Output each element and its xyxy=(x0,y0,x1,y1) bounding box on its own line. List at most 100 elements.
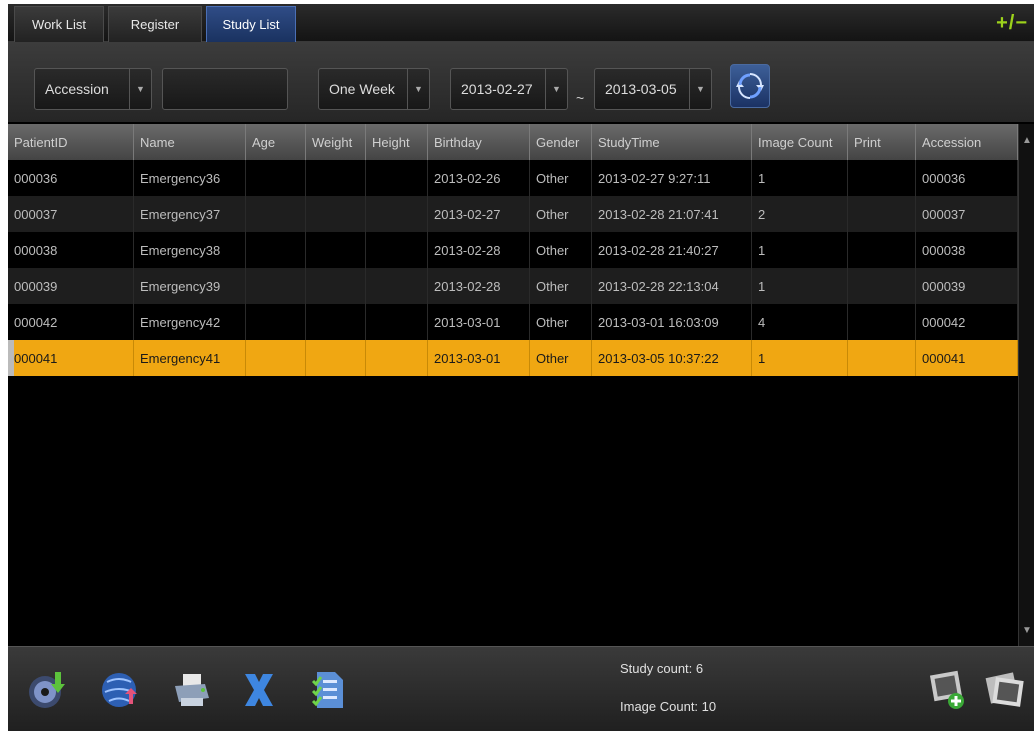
table-cell xyxy=(306,268,366,304)
table-cell xyxy=(246,340,306,376)
scroll-down-icon[interactable]: ▼ xyxy=(1019,618,1034,642)
table-row[interactable]: 000038 Emergency38 2013-02-28 Other 2013-02-… xyxy=(8,232,1018,268)
refresh-icon xyxy=(736,73,764,99)
table-cell: 000038 xyxy=(916,232,1018,268)
table-cell: 000039 xyxy=(916,268,1018,304)
column-header[interactable]: Image Count xyxy=(752,124,848,160)
tab-register[interactable]: Register xyxy=(108,6,202,42)
table-cell: Other xyxy=(530,340,592,376)
date-range-select[interactable]: One Week ▼ xyxy=(318,68,430,110)
report-button[interactable] xyxy=(302,663,356,717)
table-cell: Other xyxy=(530,160,592,196)
table-cell: 2013-03-01 16:03:09 xyxy=(592,304,752,340)
table-cell: 000037 xyxy=(916,196,1018,232)
table-cell xyxy=(306,160,366,196)
column-header[interactable]: Age xyxy=(246,124,306,160)
table-cell xyxy=(848,232,916,268)
column-header[interactable]: Weight xyxy=(306,124,366,160)
table-cell xyxy=(306,232,366,268)
table-cell: 000042 xyxy=(916,304,1018,340)
table-cell xyxy=(306,304,366,340)
table-row-selected[interactable]: 000041 Emergency41 2013-03-01 Other 2013-03-… xyxy=(8,340,1018,376)
expand-collapse-toggle[interactable]: +/− xyxy=(996,12,1028,35)
table-cell: 4 xyxy=(752,304,848,340)
delete-icon xyxy=(245,674,273,706)
table-cell: Other xyxy=(530,268,592,304)
table-cell: 2 xyxy=(752,196,848,232)
vertical-scrollbar[interactable]: ▲ ▼ xyxy=(1018,124,1034,646)
chevron-down-icon: ▼ xyxy=(407,69,429,109)
scroll-up-icon[interactable]: ▲ xyxy=(1019,128,1034,152)
study-table: PatientID Name Age Weight Height Birthda… xyxy=(8,124,1018,646)
chevron-down-icon: ▼ xyxy=(129,69,151,109)
send-network-button[interactable] xyxy=(92,663,146,717)
image-count: Image Count: 10 xyxy=(620,699,717,714)
summary-stats: Study count: 6 Image Count: 10 xyxy=(620,647,740,731)
table-cell: 2013-03-01 xyxy=(428,304,530,340)
table-cell: 000041 xyxy=(8,340,134,376)
print-icon xyxy=(175,674,209,706)
table-row[interactable]: 000036 Emergency36 2013-02-26 Other 2013-02-… xyxy=(8,160,1018,196)
table-cell: 000036 xyxy=(8,160,134,196)
send-network-icon xyxy=(102,673,137,707)
tab-bar: Work List Register Study List +/− xyxy=(8,4,1034,42)
column-header[interactable]: StudyTime xyxy=(592,124,752,160)
view-image-icon xyxy=(985,672,1024,707)
search-field-select[interactable]: Accession ▼ xyxy=(34,68,152,110)
table-cell: 2013-03-05 10:37:22 xyxy=(592,340,752,376)
import-button[interactable] xyxy=(20,663,74,717)
date-separator: ~ xyxy=(576,90,585,106)
table-cell xyxy=(306,340,366,376)
tab-work-list[interactable]: Work List xyxy=(14,6,104,42)
import-icon xyxy=(29,672,65,708)
table-cell xyxy=(306,196,366,232)
add-image-button[interactable] xyxy=(920,663,974,717)
column-header[interactable]: Name xyxy=(134,124,246,160)
view-image-button[interactable] xyxy=(978,663,1032,717)
table-cell: 000039 xyxy=(8,268,134,304)
table-header: PatientID Name Age Weight Height Birthda… xyxy=(8,124,1018,160)
date-to-select[interactable]: 2013-03-05 ▼ xyxy=(594,68,712,110)
column-header[interactable]: PatientID xyxy=(8,124,134,160)
table-cell: 1 xyxy=(752,232,848,268)
date-range-value: One Week xyxy=(329,81,395,97)
tab-label: Study List xyxy=(222,17,280,32)
delete-button[interactable] xyxy=(232,663,286,717)
table-cell xyxy=(848,160,916,196)
table-cell: 000038 xyxy=(8,232,134,268)
column-header[interactable]: Birthday xyxy=(428,124,530,160)
table-cell: Emergency37 xyxy=(134,196,246,232)
column-header[interactable]: Height xyxy=(366,124,428,160)
table-cell: 2013-03-01 xyxy=(428,340,530,376)
print-button[interactable] xyxy=(164,663,218,717)
chevron-down-icon: ▼ xyxy=(545,69,567,109)
column-header[interactable]: Accession xyxy=(916,124,1018,160)
table-cell: 2013-02-28 22:13:04 xyxy=(592,268,752,304)
table-cell: Emergency39 xyxy=(134,268,246,304)
table-cell: 1 xyxy=(752,340,848,376)
tab-label: Register xyxy=(130,17,180,32)
table-cell xyxy=(366,160,428,196)
bottom-toolbar: Study count: 6 Image Count: 10 xyxy=(8,646,1034,731)
table-cell xyxy=(246,160,306,196)
column-header[interactable]: Gender xyxy=(530,124,592,160)
table-row[interactable]: 000039 Emergency39 2013-02-28 Other 2013-02-… xyxy=(8,268,1018,304)
tab-study-list[interactable]: Study List xyxy=(206,6,296,42)
table-row[interactable]: 000042 Emergency42 2013-03-01 Other 2013-03-… xyxy=(8,304,1018,340)
date-from-select[interactable]: 2013-02-27 ▼ xyxy=(450,68,568,110)
table-cell xyxy=(848,340,916,376)
table-row[interactable]: 000037 Emergency37 2013-02-27 Other 2013-02-… xyxy=(8,196,1018,232)
table-cell: Other xyxy=(530,232,592,268)
table-cell xyxy=(366,196,428,232)
table-cell xyxy=(246,232,306,268)
table-cell: Emergency38 xyxy=(134,232,246,268)
row-indicator xyxy=(8,340,14,376)
table-cell: 2013-02-28 21:40:27 xyxy=(592,232,752,268)
table-cell: 000041 xyxy=(916,340,1018,376)
table-cell xyxy=(366,232,428,268)
table-cell xyxy=(366,268,428,304)
table-cell: 2013-02-28 xyxy=(428,232,530,268)
refresh-button[interactable] xyxy=(730,64,770,108)
search-input[interactable] xyxy=(162,68,288,110)
column-header[interactable]: Print xyxy=(848,124,916,160)
